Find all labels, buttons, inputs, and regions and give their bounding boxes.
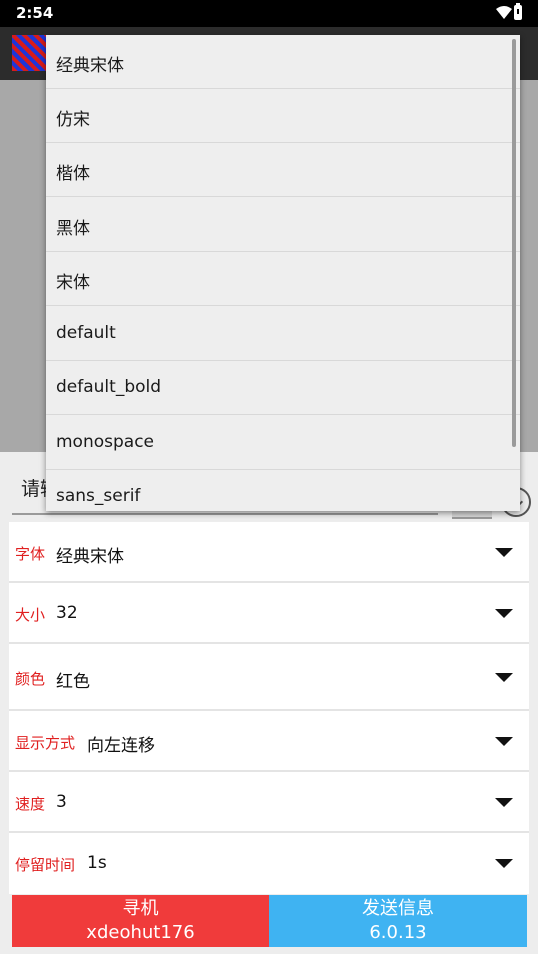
send-message-button[interactable]: 发送信息 6.0.13 bbox=[269, 895, 527, 947]
dropdown-arrow-icon bbox=[495, 548, 513, 557]
dropdown-scrollbar[interactable] bbox=[512, 39, 516, 447]
dropdown-option[interactable]: 宋体 bbox=[46, 252, 520, 306]
dropdown-option[interactable]: 经典宋体 bbox=[46, 35, 520, 89]
option-label: 楷体 bbox=[56, 164, 90, 184]
dropdown-option[interactable]: 仿宋 bbox=[46, 89, 520, 143]
setting-value: 32 bbox=[56, 603, 78, 623]
settings-list: 字体 经典宋体 大小 32 颜色 红色 显示方式 向左连移 速度 3 停留时间 … bbox=[9, 522, 529, 894]
app-logo-icon bbox=[12, 35, 48, 71]
dropdown-option[interactable]: 黑体 bbox=[46, 198, 520, 252]
dropdown-arrow-icon bbox=[495, 859, 513, 868]
setting-label: 字体 bbox=[15, 545, 46, 563]
setting-value: 1s bbox=[87, 853, 107, 873]
option-label: sans_serif bbox=[56, 486, 141, 506]
dropdown-arrow-icon bbox=[495, 737, 513, 746]
dropdown-arrow-icon bbox=[495, 609, 513, 618]
search-device-button[interactable]: 寻机 xdeohut176 bbox=[12, 895, 269, 947]
option-label: default_bold bbox=[56, 377, 162, 397]
status-time: 2:54 bbox=[16, 4, 54, 22]
dropdown-arrow-icon bbox=[495, 673, 513, 682]
dropdown-arrow-icon bbox=[495, 798, 513, 807]
option-label: default bbox=[56, 323, 116, 343]
setting-label: 显示方式 bbox=[15, 734, 76, 752]
option-label: 经典宋体 bbox=[56, 56, 124, 76]
setting-value: 3 bbox=[56, 792, 67, 812]
option-label: 宋体 bbox=[56, 273, 90, 293]
setting-label: 颜色 bbox=[15, 670, 46, 688]
dropdown-option[interactable]: default bbox=[46, 307, 520, 361]
status-bar: 2:54 bbox=[0, 0, 538, 27]
setting-size[interactable]: 大小 32 bbox=[9, 583, 529, 644]
wifi-icon bbox=[496, 6, 512, 19]
option-label: monospace bbox=[56, 432, 155, 452]
setting-label: 停留时间 bbox=[15, 856, 76, 874]
font-dropdown-menu: 经典宋体 仿宋 楷体 黑体 宋体 default default_bold mo… bbox=[46, 35, 520, 511]
app-version: 6.0.13 bbox=[369, 922, 427, 943]
send-message-title: 发送信息 bbox=[362, 898, 434, 919]
setting-display-mode[interactable]: 显示方式 向左连移 bbox=[9, 711, 529, 772]
dropdown-option[interactable]: sans_serif bbox=[46, 470, 520, 511]
setting-stay-time[interactable]: 停留时间 1s bbox=[9, 833, 529, 894]
device-name: xdeohut176 bbox=[86, 922, 195, 943]
setting-color[interactable]: 颜色 红色 bbox=[9, 644, 529, 711]
option-label: 仿宋 bbox=[56, 110, 90, 130]
setting-value: 向左连移 bbox=[87, 736, 155, 756]
dropdown-option[interactable]: monospace bbox=[46, 416, 520, 470]
bottom-actions: 寻机 xdeohut176 发送信息 6.0.13 bbox=[12, 895, 527, 947]
search-device-title: 寻机 bbox=[122, 898, 159, 919]
setting-font[interactable]: 字体 经典宋体 bbox=[9, 522, 529, 583]
setting-label: 大小 bbox=[15, 606, 46, 624]
setting-value: 红色 bbox=[56, 672, 90, 692]
dropdown-option[interactable]: default_bold bbox=[46, 361, 520, 415]
setting-label: 速度 bbox=[15, 795, 46, 813]
message-input-underline bbox=[12, 513, 438, 515]
dropdown-option[interactable]: 楷体 bbox=[46, 143, 520, 197]
option-label: 黑体 bbox=[56, 219, 90, 239]
battery-icon bbox=[514, 3, 522, 20]
setting-speed[interactable]: 速度 3 bbox=[9, 772, 529, 833]
setting-value: 经典宋体 bbox=[56, 547, 124, 567]
